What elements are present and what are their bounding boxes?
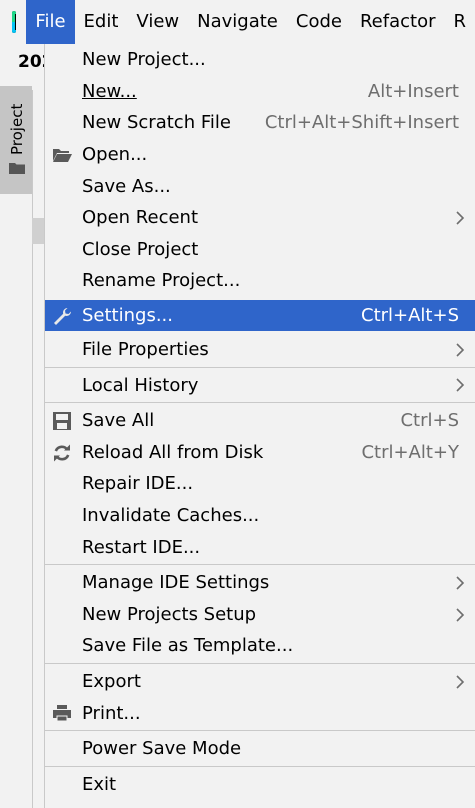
- menu-item-close-project[interactable]: Close Project: [45, 234, 475, 266]
- menu-separator: [45, 564, 475, 566]
- menu-edit[interactable]: Edit: [75, 0, 128, 44]
- chevron-right-icon: [456, 378, 465, 392]
- project-tab-label: Project: [8, 103, 26, 155]
- menu-item-open-recent[interactable]: Open Recent: [45, 202, 475, 234]
- menu-refactor[interactable]: Refactor: [351, 0, 445, 44]
- menu-item-save-all[interactable]: Save All Ctrl+S: [45, 405, 475, 437]
- menu-separator: [45, 765, 475, 767]
- menu-item-rename-project[interactable]: Rename Project...: [45, 265, 475, 297]
- folder-icon: [9, 163, 25, 174]
- menu-item-new-projects-setup[interactable]: New Projects Setup: [45, 599, 475, 631]
- menu-item-new[interactable]: New... Alt+Insert: [45, 76, 475, 108]
- menu-code[interactable]: Code: [287, 0, 351, 44]
- chevron-right-icon: [456, 343, 465, 357]
- menu-file[interactable]: File: [26, 0, 75, 44]
- menu-separator: [45, 366, 475, 368]
- menu-separator: [45, 730, 475, 732]
- menu-view[interactable]: View: [127, 0, 188, 44]
- tool-window-border: [32, 90, 33, 808]
- wrench-icon: [54, 307, 71, 325]
- shortcut-reload-all: Ctrl+Alt+Y: [361, 441, 459, 463]
- save-disk-icon: [53, 411, 71, 430]
- menu-item-new-project[interactable]: New Project...: [45, 44, 475, 76]
- shortcut-new: Alt+Insert: [367, 80, 459, 102]
- reload-icon: [54, 444, 70, 462]
- pycharm-logo-icon[interactable]: PC: [12, 11, 17, 33]
- chevron-right-icon: [456, 576, 465, 590]
- chevron-right-icon: [456, 675, 465, 689]
- menu-item-manage-ide-settings[interactable]: Manage IDE Settings: [45, 567, 475, 599]
- menu-item-restart-ide[interactable]: Restart IDE...: [45, 531, 475, 563]
- shortcut-settings: Ctrl+Alt+S: [361, 304, 459, 326]
- menu-item-file-properties[interactable]: File Properties: [45, 334, 475, 366]
- menu-item-local-history[interactable]: Local History: [45, 369, 475, 401]
- menu-item-power-save-mode[interactable]: Power Save Mode: [45, 733, 475, 765]
- menu-item-save-as[interactable]: Save As...: [45, 170, 475, 202]
- menu-navigate[interactable]: Navigate: [188, 0, 287, 44]
- menu-item-print[interactable]: Print...: [45, 697, 475, 729]
- menu-item-settings[interactable]: Settings... Ctrl+Alt+S: [45, 299, 475, 331]
- shortcut-save-all: Ctrl+S: [400, 410, 459, 432]
- chevron-right-icon: [456, 607, 465, 622]
- menu-item-invalidate-caches[interactable]: Invalidate Caches...: [45, 500, 475, 532]
- menu-bar: PC File Edit View Navigate Code Refactor…: [0, 0, 475, 44]
- printer-icon: [53, 705, 71, 722]
- menu-separator: [45, 663, 475, 665]
- menu-item-repair-ide[interactable]: Repair IDE...: [45, 468, 475, 500]
- editor-gutter-marker: [32, 218, 44, 244]
- file-menu-dropdown: New Project... New... Alt+Insert New Scr…: [44, 44, 475, 808]
- menu-item-new-scratch-file[interactable]: New Scratch File Ctrl+Alt+Shift+Insert: [45, 107, 475, 139]
- shortcut-new-scratch: Ctrl+Alt+Shift+Insert: [264, 112, 459, 134]
- menu-item-export[interactable]: Export: [45, 666, 475, 698]
- menu-item-reload-all-from-disk[interactable]: Reload All from Disk Ctrl+Alt+Y: [45, 437, 475, 469]
- chevron-right-icon: [456, 211, 465, 225]
- menu-item-save-file-as-template[interactable]: Save File as Template...: [45, 630, 475, 662]
- menu-item-exit[interactable]: Exit: [45, 768, 475, 800]
- menu-item-open[interactable]: Open...: [45, 139, 475, 171]
- open-folder-icon: [53, 148, 72, 162]
- menu-separator: [45, 402, 475, 404]
- menu-run-truncated[interactable]: R: [444, 0, 475, 44]
